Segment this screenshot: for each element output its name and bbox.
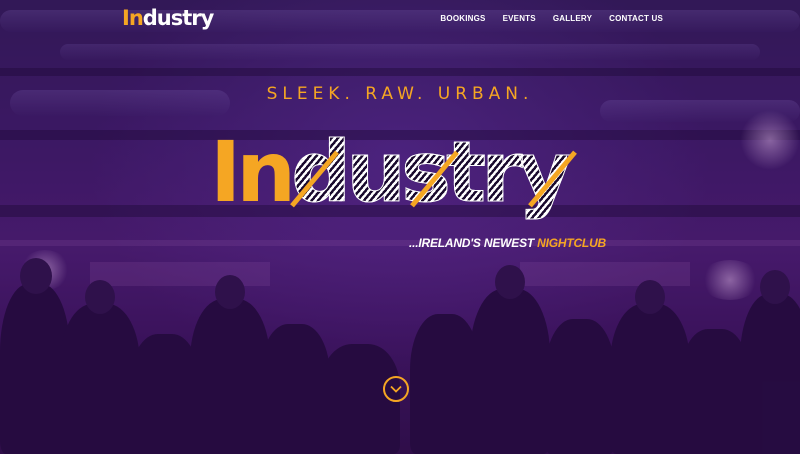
hero-logo-prefix: In — [210, 123, 296, 221]
site-logo[interactable]: Industry — [122, 6, 215, 30]
subtitle-main: ...IRELAND'S NEWEST — [408, 236, 538, 250]
nav-item-gallery[interactable]: GALLERY — [553, 14, 592, 23]
nav-item-contact-us[interactable]: CONTACT US — [609, 14, 663, 23]
hero-subtitle: ...IRELAND'S NEWEST NIGHTCLUB — [409, 236, 606, 250]
hero-logo-suffix: dustry — [291, 123, 573, 222]
chevron-down-icon — [390, 385, 402, 393]
main-nav: BOOKINGS EVENTS GALLERY CONTACT US — [440, 14, 663, 23]
logo-prefix: In — [122, 6, 144, 30]
nav-item-events[interactable]: EVENTS — [503, 14, 536, 23]
nav-item-bookings[interactable]: BOOKINGS — [440, 14, 485, 23]
scroll-down-button[interactable] — [383, 376, 409, 402]
hero-logo: Industry — [210, 122, 600, 222]
hero-tagline: SLEEK. RAW. URBAN. — [266, 84, 534, 104]
subtitle-accent: NIGHTCLUB — [537, 236, 606, 250]
logo-suffix: dustry — [142, 6, 215, 30]
